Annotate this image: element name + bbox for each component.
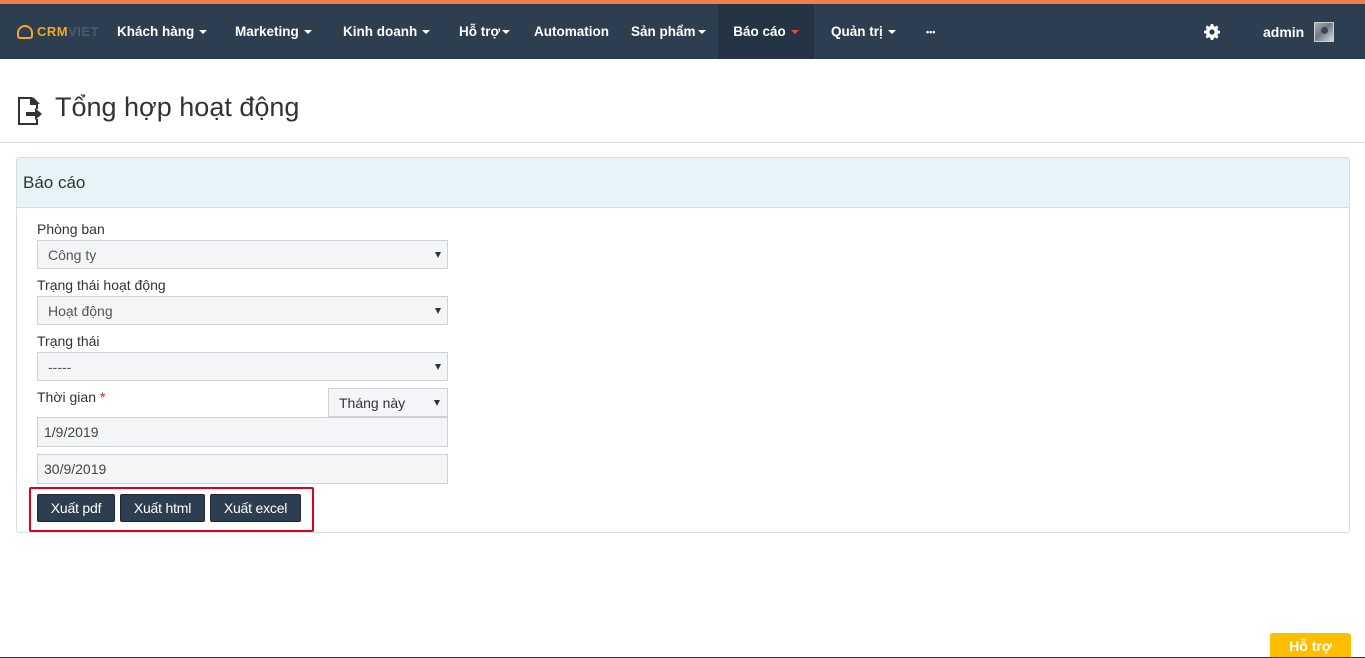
file-export-icon <box>18 97 42 125</box>
more-dots-icon: ••• <box>926 26 936 37</box>
status-select[interactable]: ----- <box>37 352 448 381</box>
activity-status-label: Trạng thái hoạt động <box>37 277 166 293</box>
activity-status-select[interactable]: Hoạt động <box>37 296 448 325</box>
settings-button[interactable] <box>1204 4 1220 59</box>
export-html-button[interactable]: Xuất html <box>120 494 205 522</box>
period-select-value: Tháng này <box>339 394 406 411</box>
caret-down-icon <box>887 29 896 34</box>
caret-down-icon <box>303 29 312 34</box>
nav-item-label: Quản trị <box>831 24 883 39</box>
activity-status-select-value: Hoạt động <box>48 302 113 319</box>
nav-item-kinh-doanh[interactable]: Kinh doanh <box>343 4 431 59</box>
nav-item-label: Khách hàng <box>117 24 195 39</box>
user-name: admin <box>1263 23 1305 40</box>
nav-item-quan-tri[interactable]: Quản trị <box>831 4 896 59</box>
caret-down-icon <box>199 29 208 34</box>
time-label-text: Thời gian <box>37 389 96 405</box>
panel-heading: Báo cáo <box>17 158 1349 208</box>
date-to-value: 30/9/2019 <box>44 461 107 477</box>
logo-text-viet: VIET <box>68 24 100 39</box>
nav-item-bao-cao[interactable]: Báo cáo <box>718 4 814 59</box>
department-select[interactable]: Công ty <box>37 240 448 269</box>
status-select-value: ----- <box>48 358 72 375</box>
nav-item-marketing[interactable]: Marketing <box>235 4 312 59</box>
time-label: Thời gian * <box>37 389 105 405</box>
caret-down-icon <box>422 29 431 34</box>
logo-text-crm: CRM <box>37 24 69 39</box>
nav-item-more[interactable]: ••• <box>926 4 935 59</box>
date-from-input[interactable]: 1/9/2019 <box>37 417 448 447</box>
dropdown-arrow-icon <box>434 400 440 406</box>
export-excel-button[interactable]: Xuất excel <box>210 494 301 522</box>
gear-icon <box>1204 23 1220 40</box>
page-title: Tổng hợp hoạt động <box>55 92 300 122</box>
page-header: Tổng hợp hoạt động <box>0 59 1365 143</box>
nav-item-san-pham[interactable]: Sản phẩm <box>631 4 706 59</box>
dropdown-arrow-icon <box>435 308 441 314</box>
caret-down-icon <box>697 29 706 34</box>
nav-item-label: Sản phẩm <box>631 24 696 39</box>
export-pdf-button[interactable]: Xuất pdf <box>37 494 115 522</box>
dropdown-arrow-icon <box>435 364 441 370</box>
user-menu[interactable]: admin <box>1263 4 1335 59</box>
caret-down-icon <box>502 29 511 34</box>
nav-item-khach-hang[interactable]: Khách hàng <box>117 4 208 59</box>
nav-item-label: Báo cáo <box>733 24 786 39</box>
avatar <box>1314 21 1335 42</box>
help-button[interactable]: Hỗ trợ <box>1270 633 1351 658</box>
date-to-input[interactable]: 30/9/2019 <box>37 454 448 484</box>
department-label: Phòng ban <box>37 221 105 237</box>
crmviet-logo[interactable]: CRM VIET <box>17 4 117 59</box>
nav-item-label: Marketing <box>235 24 299 39</box>
period-select[interactable]: Tháng này <box>328 388 448 417</box>
nav-item-automation[interactable]: Automation <box>534 4 609 59</box>
caret-down-icon <box>790 29 799 34</box>
nav-item-label: Automation <box>534 24 609 39</box>
status-label: Trạng thái <box>37 333 100 349</box>
nav-item-label: Hỗ trợ <box>459 24 501 39</box>
nav-item-ho-tro[interactable]: Hỗ trợ <box>459 4 511 59</box>
department-select-value: Công ty <box>48 246 97 263</box>
logo-mark-icon <box>17 24 33 39</box>
nav-item-label: Kinh doanh <box>343 24 418 39</box>
dropdown-arrow-icon <box>435 252 441 258</box>
required-marker: * <box>99 389 106 405</box>
date-from-value: 1/9/2019 <box>44 424 99 440</box>
